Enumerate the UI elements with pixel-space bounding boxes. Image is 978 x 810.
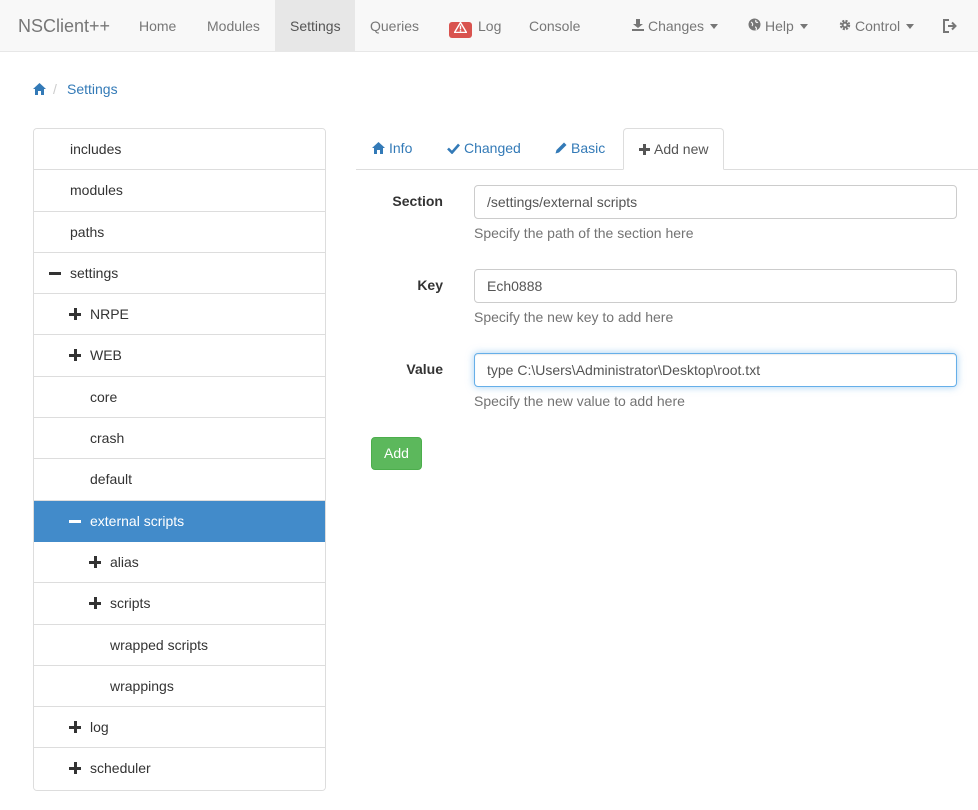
tree-item-label: wrapped scripts xyxy=(110,636,209,653)
download-icon xyxy=(632,1,644,53)
nav-changes-label: Changes xyxy=(648,18,705,34)
tree-item[interactable]: modules xyxy=(34,170,325,212)
plus-icon xyxy=(639,144,650,155)
nav-log-label: Log xyxy=(478,18,502,34)
nav-modules-label: Modules xyxy=(207,18,260,34)
tab-changed-label: Changed xyxy=(464,140,521,156)
tree-item[interactable]: NRPE xyxy=(34,294,325,336)
tab-info[interactable]: Info xyxy=(357,128,427,170)
tree-item-label: settings xyxy=(70,264,119,281)
nav-home[interactable]: Home xyxy=(124,0,191,52)
nav-console[interactable]: Console xyxy=(514,0,595,52)
nav-control-label: Control xyxy=(855,18,901,34)
nav-changes-dropdown[interactable]: Changes xyxy=(617,0,733,52)
tree-item-label: default xyxy=(90,471,133,488)
logout-button[interactable] xyxy=(928,0,973,52)
gear-icon xyxy=(839,1,851,53)
section-input[interactable] xyxy=(474,185,957,219)
tab-info-label: Info xyxy=(389,140,413,156)
tree-item-label: wrappings xyxy=(110,677,174,694)
tree-item-label: modules xyxy=(70,182,123,199)
section-label: Section xyxy=(392,193,443,209)
nav-console-label: Console xyxy=(529,18,581,34)
tree-item-label: crash xyxy=(90,430,125,447)
tree-item[interactable]: external scripts xyxy=(34,500,325,542)
tree-item-label: external scripts xyxy=(90,512,185,529)
tree-item[interactable]: WEB xyxy=(34,335,325,377)
tree-item[interactable]: scripts xyxy=(34,583,325,625)
tree-item-label: scripts xyxy=(110,595,151,612)
tree-item[interactable]: paths xyxy=(34,211,325,253)
tree-item-label: core xyxy=(90,388,118,405)
nav-home-label: Home xyxy=(139,18,177,34)
tree-item[interactable]: wrapped scripts xyxy=(34,624,325,666)
tab-changed[interactable]: Changed xyxy=(432,128,536,170)
expand-plus-icon[interactable] xyxy=(69,308,81,321)
tab-basic-label: Basic xyxy=(571,140,606,156)
tree-item[interactable]: alias xyxy=(34,541,325,584)
tree-item-label: alias xyxy=(110,553,139,570)
tree-item[interactable]: crash xyxy=(34,418,325,460)
globe-icon xyxy=(748,1,761,53)
expand-plus-icon[interactable] xyxy=(89,555,101,568)
collapse-minus-icon[interactable] xyxy=(49,267,61,279)
nav-settings[interactable]: Settings xyxy=(275,0,355,52)
home-icon[interactable] xyxy=(33,80,47,95)
tree-item-label: scheduler xyxy=(90,760,151,777)
key-input[interactable] xyxy=(474,269,957,303)
value-input[interactable] xyxy=(474,353,957,387)
nav-settings-label: Settings xyxy=(290,18,341,34)
collapse-minus-icon[interactable] xyxy=(69,515,81,527)
home-icon xyxy=(372,142,385,154)
value-help: Specify the new value to add here xyxy=(474,393,685,409)
nav-help-label: Help xyxy=(765,18,794,34)
pencil-icon xyxy=(555,142,567,154)
brand[interactable]: NSClient++ xyxy=(18,14,110,38)
tab-basic[interactable]: Basic xyxy=(540,128,620,170)
nav-log[interactable]: Log xyxy=(434,0,516,52)
tree-item[interactable]: default xyxy=(34,459,325,501)
value-label: Value xyxy=(406,361,443,377)
nav-control-dropdown[interactable]: Control xyxy=(824,0,929,52)
tree-item[interactable]: core xyxy=(34,376,325,419)
tree-item[interactable]: includes xyxy=(34,129,325,171)
tree-item-label: log xyxy=(90,719,109,736)
tree-item-label: paths xyxy=(70,223,105,240)
tab-add-new-label: Add new xyxy=(654,141,709,157)
caret-down-icon xyxy=(799,24,808,29)
tab-add-new[interactable]: Add new xyxy=(623,128,724,170)
tree-item[interactable]: wrappings xyxy=(34,665,325,708)
add-button[interactable]: Add xyxy=(371,437,422,470)
navbar: NSClient++ Home Modules Settings Queries… xyxy=(0,0,978,52)
tree-item[interactable]: scheduler xyxy=(34,748,325,790)
expand-plus-icon[interactable] xyxy=(89,597,101,610)
tree-item[interactable]: settings xyxy=(34,252,325,295)
warning-icon xyxy=(449,21,472,38)
caret-down-icon xyxy=(906,24,915,29)
key-help: Specify the new key to add here xyxy=(474,309,674,325)
caret-down-icon xyxy=(710,24,719,29)
tree-item-label: NRPE xyxy=(90,306,129,323)
expand-plus-icon[interactable] xyxy=(69,349,81,362)
check-icon xyxy=(447,143,460,155)
expand-plus-icon[interactable] xyxy=(69,762,81,775)
tree-item-label: includes xyxy=(70,141,122,157)
tree-item[interactable]: log xyxy=(34,707,325,749)
section-help: Specify the path of the section here xyxy=(474,225,694,241)
tree-item-label: WEB xyxy=(90,347,122,364)
breadcrumb-separator: / xyxy=(53,81,57,97)
settings-tree: includes modules paths settings NRPE WEB core c… xyxy=(33,128,326,791)
nav-modules[interactable]: Modules xyxy=(192,0,275,52)
expand-plus-icon[interactable] xyxy=(69,721,81,734)
key-label: Key xyxy=(417,277,443,293)
nav-help-dropdown[interactable]: Help xyxy=(733,0,823,52)
nav-queries[interactable]: Queries xyxy=(355,0,434,52)
breadcrumb-settings[interactable]: Settings xyxy=(67,80,118,98)
nav-queries-label: Queries xyxy=(370,18,420,34)
logout-icon xyxy=(943,18,958,34)
